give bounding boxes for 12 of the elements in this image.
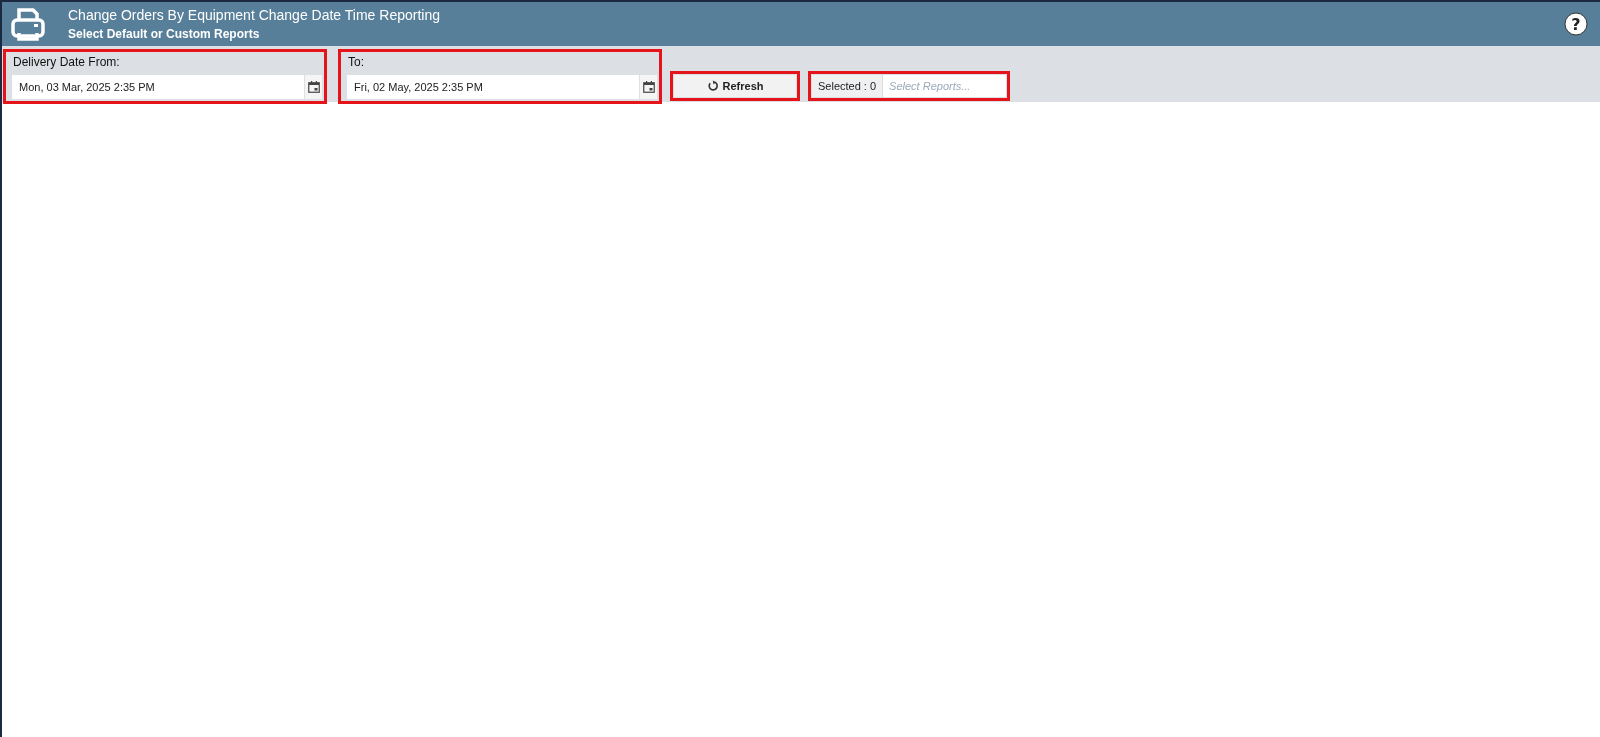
date-field[interactable]: Fri, 02 May, 2025 2:35 PM — [347, 75, 657, 99]
calendar-icon[interactable] — [642, 81, 655, 93]
printer-icon — [10, 6, 46, 42]
page-title: Change Orders By Equipment Change Date Time Reporting — [68, 7, 441, 23]
help-icon[interactable]: ? — [1564, 12, 1588, 36]
page-subtitle: Select Default or Custom Reports — [68, 27, 261, 41]
date-field[interactable]: Mon, 03 Mar, 2025 2:35 PM — [12, 75, 322, 99]
selected-count: Selected : 0 — [812, 75, 884, 97]
field-label: To: — [348, 55, 365, 69]
calendar-icon[interactable] — [307, 81, 320, 93]
refresh-icon — [706, 80, 719, 92]
field-label: Delivery Date From: — [13, 55, 121, 69]
